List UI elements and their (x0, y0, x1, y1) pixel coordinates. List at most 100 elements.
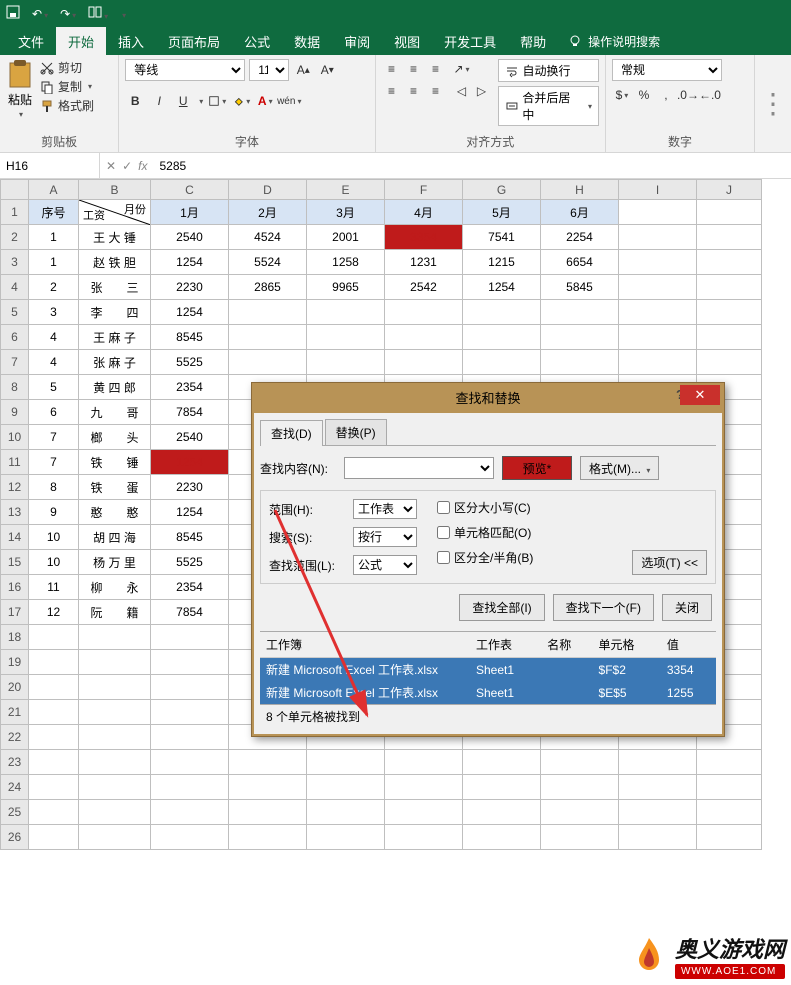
match-byte-checkbox[interactable]: 区分全/半角(B) (437, 549, 533, 566)
cell[interactable]: 1254 (151, 300, 229, 325)
grow-font-button[interactable]: A▴ (293, 60, 313, 80)
tab-developer[interactable]: 开发工具 (432, 27, 508, 55)
results-list[interactable]: 工作簿 工作表 名称 单元格 值 新建 Microsoft Excel 工作表.… (260, 631, 716, 704)
cell[interactable]: 11 (29, 575, 79, 600)
cell[interactable]: 3 (29, 300, 79, 325)
cell[interactable] (29, 750, 79, 775)
cell[interactable] (79, 750, 151, 775)
cell[interactable] (307, 750, 385, 775)
cell[interactable]: 1215 (463, 250, 541, 275)
cell[interactable] (307, 350, 385, 375)
cell[interactable] (79, 725, 151, 750)
cell[interactable] (697, 225, 762, 250)
cell[interactable]: 1254 (151, 450, 229, 475)
cell[interactable]: 4524 (229, 225, 307, 250)
row-header[interactable]: 8 (1, 375, 29, 400)
cell[interactable]: 7 (29, 425, 79, 450)
cell[interactable] (79, 775, 151, 800)
cell[interactable]: 2354 (151, 375, 229, 400)
cell[interactable]: 王 麻 子 (79, 325, 151, 350)
column-header[interactable]: H (541, 180, 619, 200)
lookin-select[interactable]: 公式 (353, 555, 417, 575)
cancel-formula-icon[interactable]: ✕ (106, 159, 116, 173)
cell[interactable]: 10 (29, 525, 79, 550)
cell[interactable]: 7541 (463, 225, 541, 250)
cell[interactable] (229, 325, 307, 350)
cell[interactable]: 1月 (151, 200, 229, 225)
cell[interactable]: 月份 工资 (79, 200, 151, 225)
accounting-format-button[interactable]: $▾ (612, 85, 632, 105)
results-col-name[interactable]: 名称 (541, 632, 592, 658)
cell[interactable] (619, 225, 697, 250)
row-header[interactable]: 9 (1, 400, 29, 425)
cell[interactable] (229, 775, 307, 800)
cell[interactable]: 4 (29, 325, 79, 350)
cell[interactable] (151, 775, 229, 800)
cell[interactable]: 赵 铁 胆 (79, 250, 151, 275)
row-header[interactable]: 2 (1, 225, 29, 250)
format-painter-button[interactable]: 格式刷 (40, 97, 94, 114)
fill-color-button[interactable]: ▾ (231, 91, 251, 111)
result-row[interactable]: 新建 Microsoft Excel 工作表.xlsxSheet1$E$5125… (260, 681, 716, 704)
cell[interactable]: 10 (29, 550, 79, 575)
cell[interactable] (463, 325, 541, 350)
align-center-button[interactable]: ≡ (404, 81, 424, 101)
cell[interactable]: 7854 (151, 600, 229, 625)
align-top-button[interactable]: ≡ (382, 59, 402, 79)
search-direction-select[interactable]: 按行 (353, 527, 417, 547)
cell[interactable] (151, 675, 229, 700)
cell[interactable] (79, 800, 151, 825)
cell[interactable] (541, 325, 619, 350)
cell[interactable] (229, 750, 307, 775)
align-bottom-button[interactable]: ≡ (426, 59, 446, 79)
tab-replace[interactable]: 替换(P) (325, 419, 387, 445)
cell[interactable] (541, 300, 619, 325)
undo-icon[interactable]: ↶▾ (32, 7, 48, 21)
cell[interactable]: 2230 (151, 275, 229, 300)
tell-me-search[interactable]: 操作说明搜索 (558, 27, 670, 55)
cell[interactable] (463, 825, 541, 850)
cell[interactable] (385, 775, 463, 800)
cell[interactable]: 5 (29, 375, 79, 400)
cell[interactable] (151, 700, 229, 725)
underline-button[interactable]: U (173, 91, 193, 111)
cell[interactable] (619, 300, 697, 325)
cell[interactable] (697, 350, 762, 375)
cell[interactable]: 2254 (541, 225, 619, 250)
cell[interactable]: 9 (29, 500, 79, 525)
row-header[interactable]: 25 (1, 800, 29, 825)
merge-center-button[interactable]: 合并后居中▾ (498, 86, 599, 126)
row-header[interactable]: 26 (1, 825, 29, 850)
cell[interactable]: 2542 (385, 275, 463, 300)
cell[interactable]: 9965 (307, 275, 385, 300)
cell[interactable]: 1254 (151, 500, 229, 525)
cell[interactable]: 阮 籍 (79, 600, 151, 625)
cell[interactable] (619, 350, 697, 375)
cell[interactable] (79, 625, 151, 650)
phonetic-button[interactable]: wén▾ (279, 91, 299, 111)
italic-button[interactable]: I (149, 91, 169, 111)
cell[interactable] (79, 825, 151, 850)
column-header[interactable]: A (29, 180, 79, 200)
column-header[interactable]: E (307, 180, 385, 200)
cell[interactable] (29, 775, 79, 800)
formula-bar[interactable] (153, 153, 791, 178)
cell[interactable] (697, 825, 762, 850)
cell[interactable] (29, 800, 79, 825)
cell[interactable]: 4月 (385, 200, 463, 225)
column-header[interactable]: B (79, 180, 151, 200)
find-all-button[interactable]: 查找全部(I) (459, 594, 544, 621)
cell[interactable] (697, 325, 762, 350)
cell[interactable] (151, 750, 229, 775)
row-header[interactable]: 21 (1, 700, 29, 725)
qat-customize-icon[interactable]: ▾ (120, 7, 126, 21)
cell[interactable]: 1254 (463, 275, 541, 300)
fx-icon[interactable]: fx (138, 159, 147, 173)
cell[interactable] (619, 775, 697, 800)
cell[interactable]: 张 三 (79, 275, 151, 300)
cell[interactable] (307, 325, 385, 350)
cell[interactable]: 王 大 锤 (79, 225, 151, 250)
cell[interactable] (385, 325, 463, 350)
cell[interactable] (463, 350, 541, 375)
cell[interactable] (29, 725, 79, 750)
